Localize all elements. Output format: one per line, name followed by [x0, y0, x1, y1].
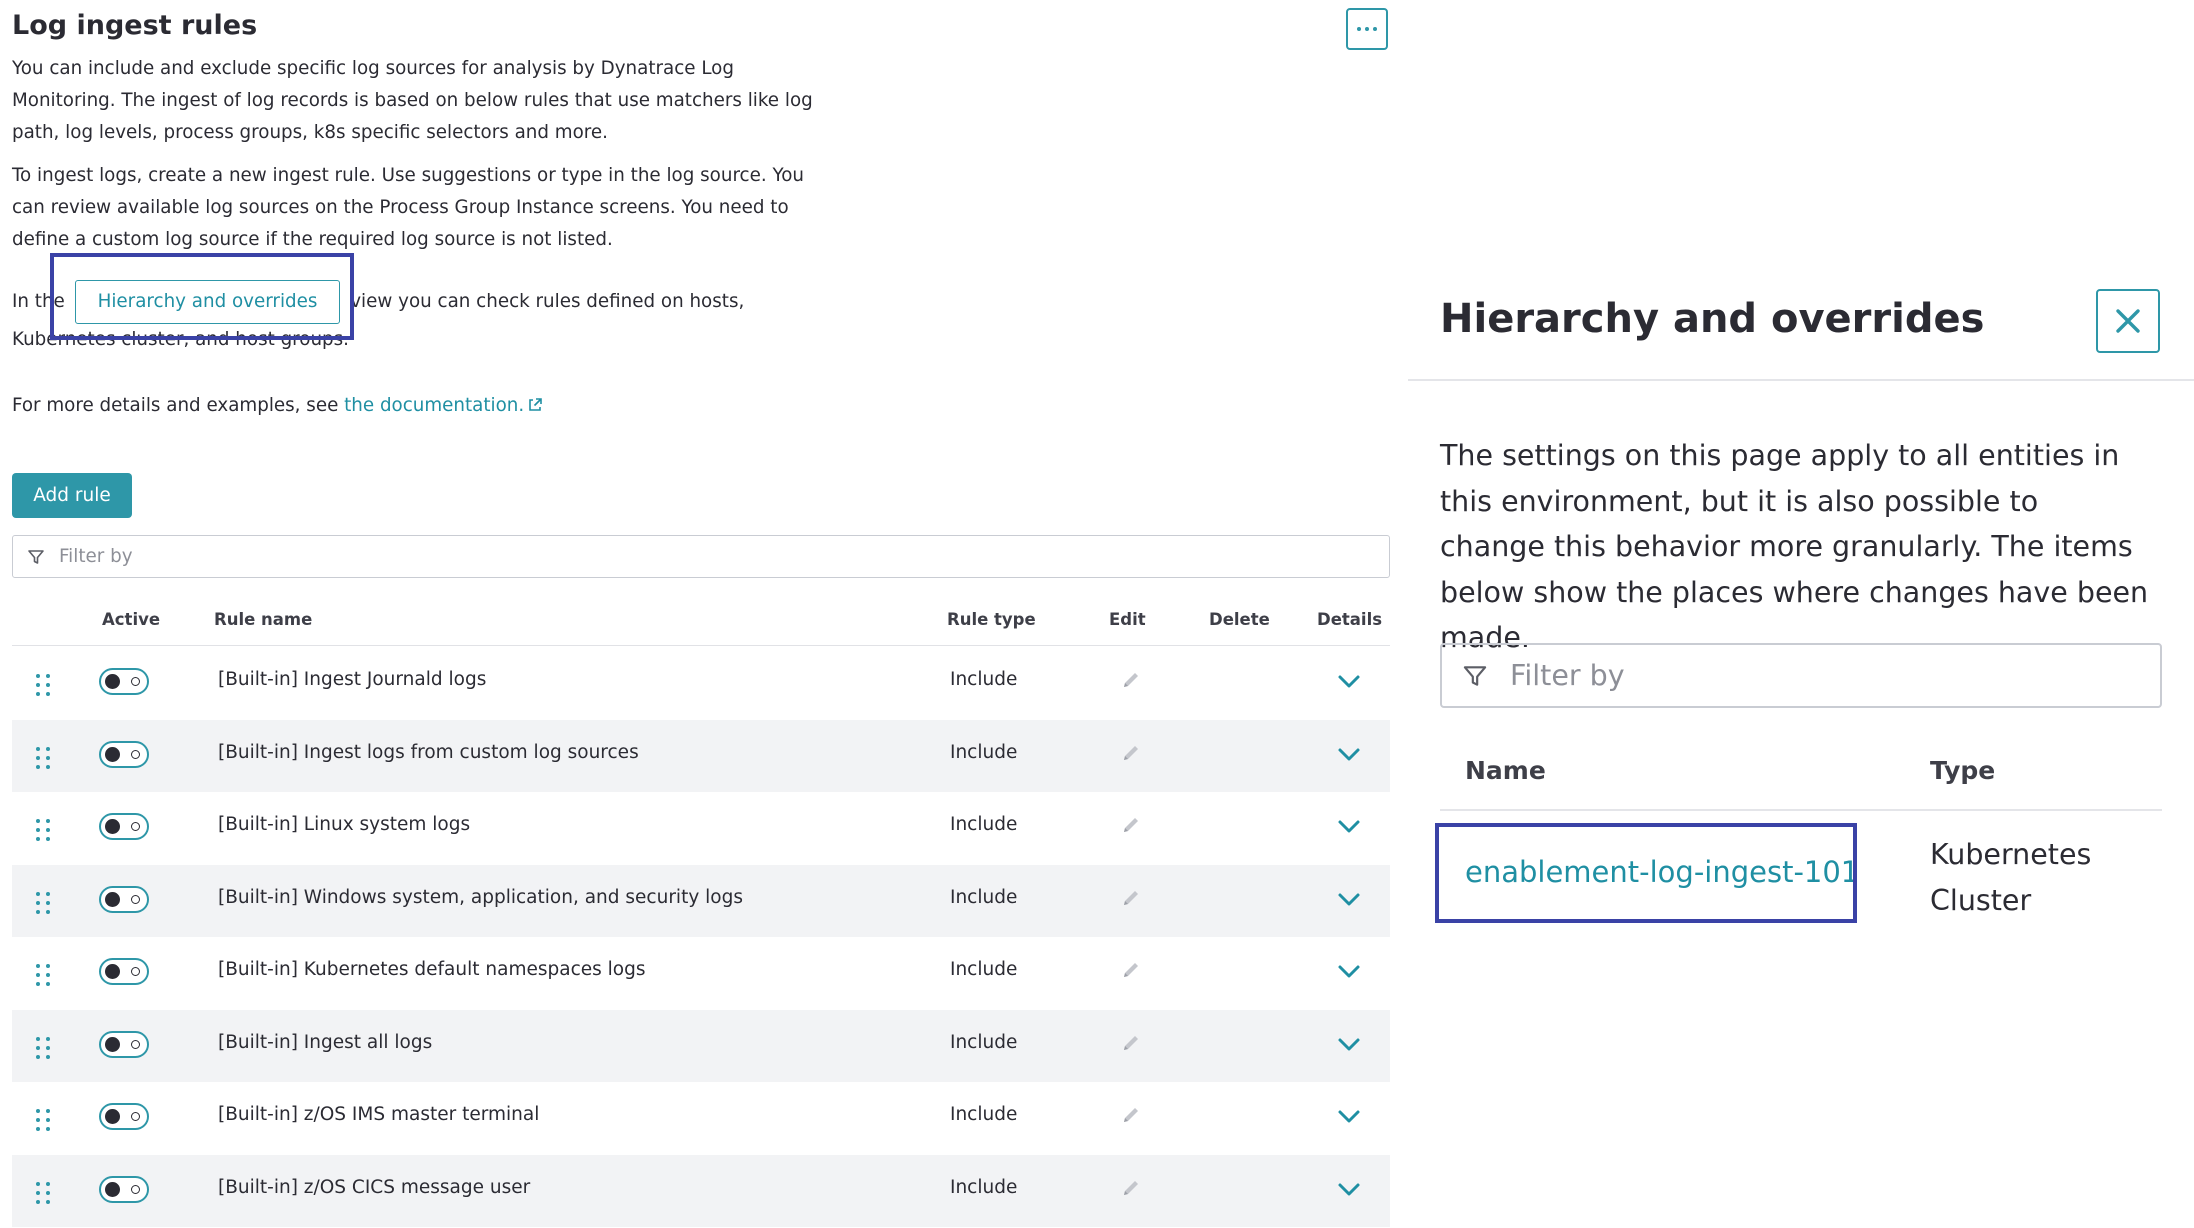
rule-name: [Built-in] Linux system logs [218, 814, 471, 835]
pencil-icon[interactable] [1120, 742, 1142, 764]
entity-link[interactable]: enablement-log-ingest-101 [1465, 855, 1859, 889]
rule-type: Include [950, 886, 1018, 908]
hierarchy-paragraph: In the Hierarchy and overrides view you … [12, 280, 842, 356]
rule-type: Include [950, 959, 1018, 980]
close-panel-button[interactable] [2096, 289, 2160, 353]
intro-paragraph-1: You can include and exclude specific log… [12, 58, 813, 143]
drag-handle-icon[interactable] [36, 964, 50, 986]
drag-handle-icon[interactable] [36, 1181, 50, 1204]
chevron-down-icon[interactable] [1336, 671, 1362, 691]
rule-name: [Built-in] z/OS IMS master terminal [218, 1104, 540, 1125]
panel-divider [1408, 379, 2194, 381]
col-name: Name [1465, 756, 1546, 785]
rules-filter[interactable] [12, 535, 1390, 578]
pencil-icon[interactable] [1120, 1104, 1142, 1126]
more-actions-button[interactable] [1346, 8, 1388, 50]
drag-handle-icon[interactable] [36, 674, 50, 696]
drag-handle-icon[interactable] [36, 1036, 50, 1059]
table-row: [Built-in] Kubernetes default namespaces… [12, 937, 1390, 1010]
doc-prefix: For more details and examples, see [12, 395, 339, 416]
active-toggle[interactable] [99, 1175, 149, 1203]
hierarchy-prefix: In the [12, 291, 65, 312]
active-toggle[interactable] [99, 885, 149, 913]
panel-title: Hierarchy and overrides [1440, 296, 1985, 342]
active-toggle[interactable] [99, 740, 149, 768]
close-icon [2116, 309, 2140, 333]
documentation-link[interactable]: the documentation. [344, 395, 543, 416]
documentation-paragraph: For more details and examples, see the d… [12, 390, 842, 422]
rule-type: Include [950, 814, 1018, 835]
col-active: Active [102, 610, 161, 629]
filter-icon [28, 549, 44, 564]
chevron-down-icon[interactable] [1336, 744, 1362, 764]
rule-type: Include [950, 1176, 1018, 1198]
active-toggle[interactable] [99, 958, 149, 985]
pencil-icon[interactable] [1120, 887, 1142, 909]
rule-name: [Built-in] Windows system, application, … [218, 886, 743, 908]
chevron-down-icon[interactable] [1336, 1179, 1362, 1199]
rule-type: Include [950, 741, 1018, 763]
drag-handle-icon[interactable] [36, 891, 50, 914]
panel-filter[interactable] [1440, 643, 2162, 708]
hierarchy-overrides-panel: Hierarchy and overrides The settings on … [1408, 0, 2194, 1228]
pencil-icon[interactable] [1120, 669, 1142, 691]
active-toggle[interactable] [99, 1030, 149, 1058]
rules-filter-input[interactable] [57, 545, 961, 568]
rule-name: [Built-in] z/OS CICS message user [218, 1176, 531, 1198]
table-row: [Built-in] Ingest logs from custom log s… [12, 719, 1390, 792]
rule-type: Include [950, 1104, 1018, 1125]
pencil-icon[interactable] [1120, 814, 1142, 836]
add-rule-button[interactable]: Add rule [12, 473, 132, 518]
filter-icon [1463, 665, 1487, 686]
col-details: Details [1317, 610, 1383, 629]
more-icon [1357, 27, 1377, 31]
table-row: [Built-in] Ingest Journald logs Include [12, 647, 1390, 720]
table-row: [Built-in] Ingest all logs Include [12, 1009, 1390, 1082]
col-edit: Edit [1109, 610, 1146, 629]
chevron-down-icon[interactable] [1336, 816, 1362, 836]
rule-type: Include [950, 669, 1018, 690]
pencil-icon[interactable] [1120, 959, 1142, 981]
drag-handle-icon[interactable] [36, 819, 50, 841]
col-delete: Delete [1209, 610, 1270, 629]
rule-name: [Built-in] Ingest all logs [218, 1031, 433, 1053]
intro-paragraph-2: To ingest logs, create a new ingest rule… [12, 165, 804, 250]
rule-name: [Built-in] Ingest logs from custom log s… [218, 741, 639, 763]
panel-filter-input[interactable] [1508, 658, 2112, 693]
table-row: [Built-in] z/OS IMS master terminal Incl… [12, 1082, 1390, 1155]
chevron-down-icon[interactable] [1336, 961, 1362, 981]
rule-type: Include [950, 1031, 1018, 1053]
rules-table-body: [Built-in] Ingest Journald logs Include … [12, 647, 1390, 1227]
col-rule-name: Rule name [214, 610, 313, 629]
log-ingest-rules-page: Log ingest rules You can include and exc… [12, 0, 1392, 1228]
active-toggle[interactable] [99, 813, 149, 840]
chevron-down-icon[interactable] [1336, 1034, 1362, 1054]
drag-handle-icon[interactable] [36, 746, 50, 769]
active-toggle[interactable] [99, 668, 149, 695]
external-link-icon [529, 398, 543, 411]
panel-table-divider [1440, 809, 2162, 811]
table-row: [Built-in] Windows system, application, … [12, 864, 1390, 937]
pencil-icon[interactable] [1120, 1032, 1142, 1054]
rules-table-header: Active Rule name Rule type Edit Delete D… [12, 600, 1390, 646]
panel-description: The settings on this page apply to all e… [1440, 439, 2149, 654]
pencil-icon[interactable] [1120, 1177, 1142, 1199]
drag-handle-icon[interactable] [36, 1109, 50, 1131]
table-row: [Built-in] Linux system logs Include [12, 792, 1390, 865]
chevron-down-icon[interactable] [1336, 889, 1362, 909]
chevron-down-icon[interactable] [1336, 1106, 1362, 1126]
entity-type: Kubernetes Cluster [1930, 838, 2092, 917]
page-title: Log ingest rules [12, 10, 258, 41]
col-rule-type: Rule type [947, 610, 1036, 629]
col-type: Type [1930, 756, 1996, 785]
table-row: [Built-in] z/OS CICS message user Includ… [12, 1154, 1390, 1227]
hierarchy-and-overrides-button[interactable]: Hierarchy and overrides [74, 280, 341, 324]
rule-name: [Built-in] Ingest Journald logs [218, 669, 487, 690]
active-toggle[interactable] [99, 1103, 149, 1130]
rule-name: [Built-in] Kubernetes default namespaces… [218, 959, 646, 980]
